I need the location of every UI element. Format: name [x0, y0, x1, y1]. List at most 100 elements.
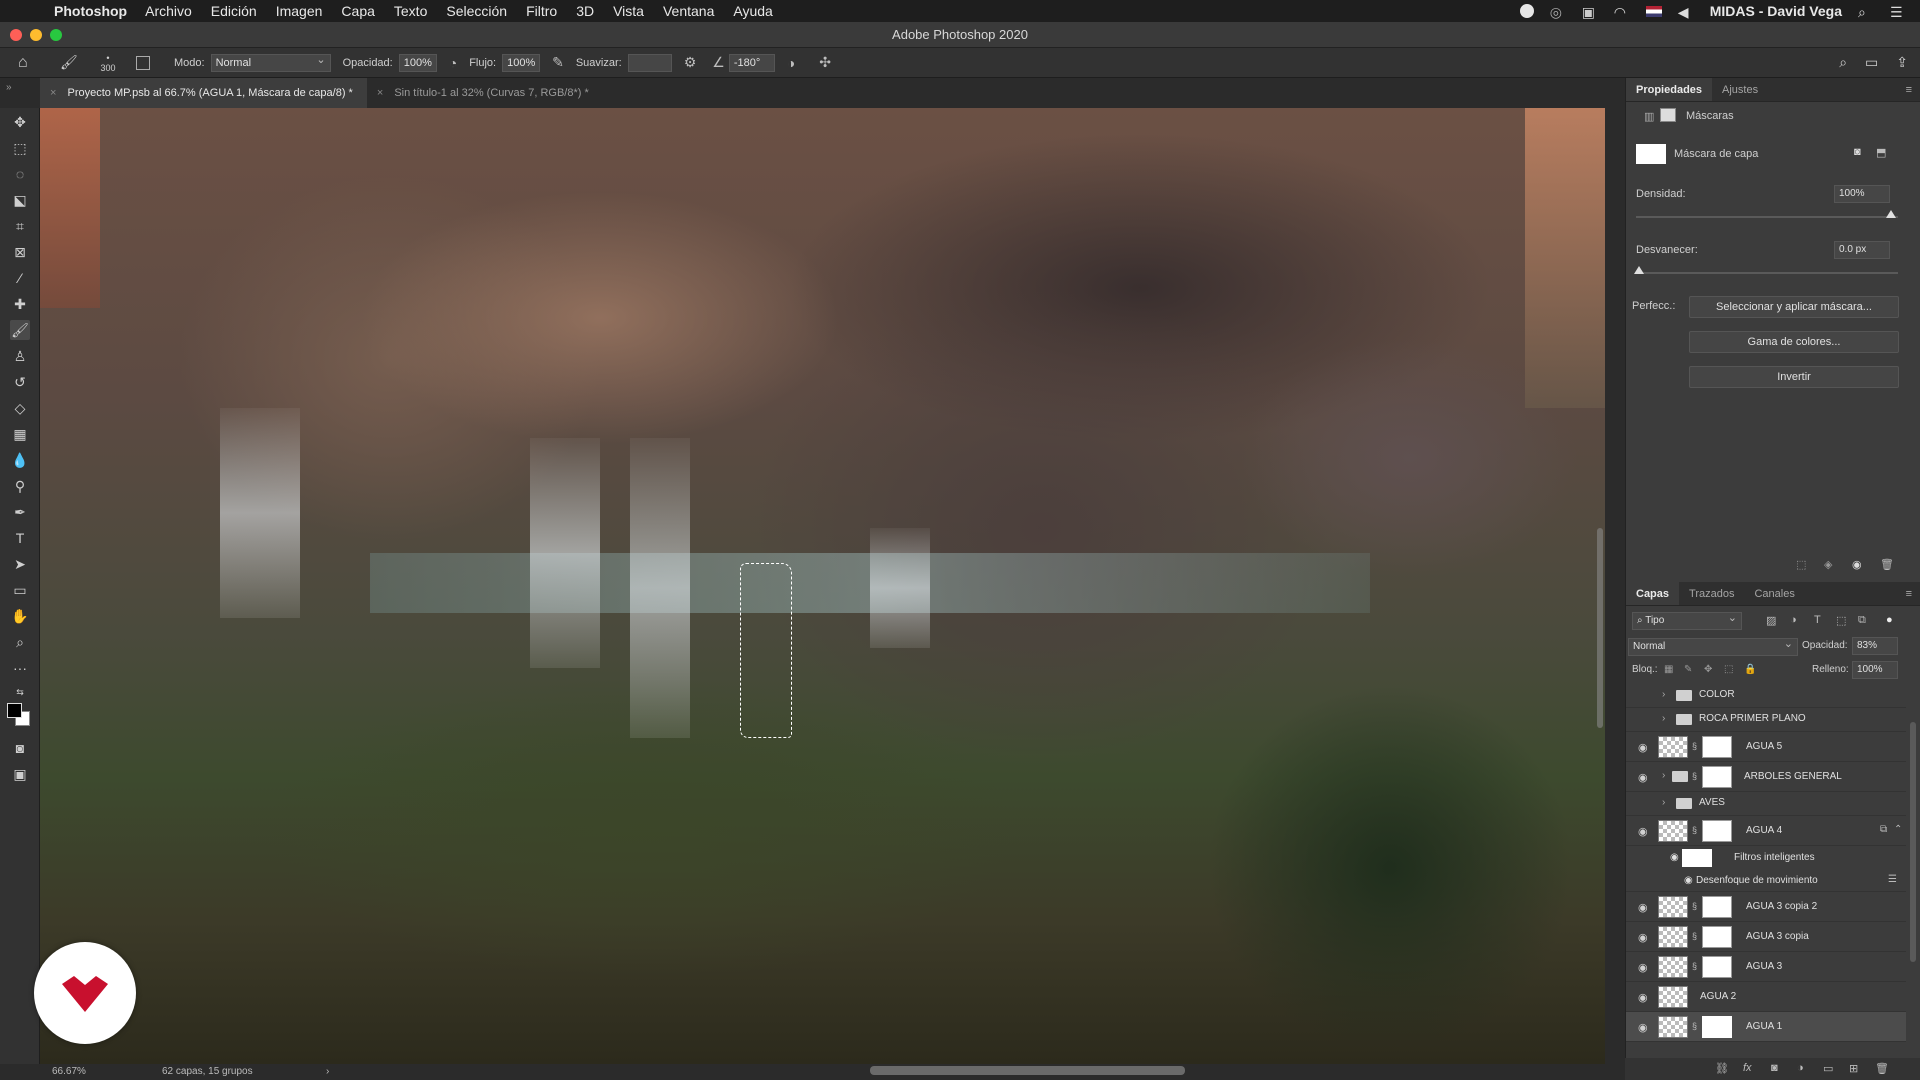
layer-thumbnail[interactable] [1658, 956, 1688, 978]
flow-input[interactable]: 100% [502, 53, 541, 72]
layer-opacity-input[interactable]: 83% [1852, 637, 1898, 655]
tab-ajustes[interactable]: Ajustes [1712, 78, 1768, 101]
tab-capas[interactable]: Capas [1626, 582, 1680, 605]
menu-edicion[interactable]: Edición [211, 3, 257, 19]
clone-stamp-tool-icon[interactable]: ♙ [10, 346, 30, 366]
close-tab-icon[interactable]: × [377, 87, 383, 99]
canvas-horizontal-scrollbar[interactable] [870, 1066, 1185, 1075]
frame-tool-icon[interactable]: ⊠ [10, 242, 30, 262]
visibility-eye-icon[interactable]: ◉ [1638, 931, 1648, 944]
brush-size[interactable]: • 300 [94, 53, 122, 73]
record-icon[interactable] [1519, 4, 1534, 18]
wifi-icon[interactable]: ◠ [1614, 4, 1630, 20]
menu-archivo[interactable]: Archivo [145, 3, 192, 19]
layer-row[interactable]: ◉ § AGUA 5 [1626, 732, 1906, 762]
gradient-tool-icon[interactable]: ▦ [10, 424, 30, 444]
zoom-tool-icon[interactable]: ⌕ [10, 632, 30, 652]
canvas-vertical-scrollbar[interactable] [1597, 528, 1603, 728]
layer-row-selected[interactable]: ◉ § AGUA 1 [1626, 1012, 1906, 1042]
workspace-icon[interactable]: ▭ [1865, 54, 1878, 71]
expand-group-icon[interactable]: › [1662, 689, 1665, 700]
dodge-tool-icon[interactable]: ⚲ [10, 476, 30, 496]
layer-thumbnail[interactable] [1658, 1016, 1688, 1038]
pixel-mask-icon[interactable]: ▥ [1644, 110, 1654, 123]
history-brush-tool-icon[interactable]: ↺ [10, 372, 30, 392]
visibility-eye-icon[interactable]: ◉ [1638, 741, 1648, 754]
symmetry-icon[interactable]: ✣ [819, 54, 831, 71]
select-and-mask-button[interactable]: Seleccionar y aplicar máscara... [1689, 296, 1899, 318]
mask-thumbnail[interactable] [1702, 896, 1732, 918]
layer-row[interactable]: › ROCA PRIMER PLANO [1626, 708, 1906, 732]
home-icon[interactable]: ⌂ [18, 54, 38, 71]
smooth-input[interactable] [627, 53, 672, 72]
lock-pixels-icon[interactable]: ✎ [1684, 664, 1692, 675]
control-center-icon[interactable]: ☰ [1890, 4, 1906, 20]
visibility-eye-icon[interactable]: ◉ [1638, 771, 1648, 784]
add-layer-style-icon[interactable]: fx [1743, 1062, 1752, 1074]
brush-preset-icon[interactable]: 🖌 [60, 54, 78, 71]
filter-adjustment-icon[interactable]: ◑ [1790, 614, 1797, 626]
visibility-eye-icon[interactable]: ◉ [1638, 825, 1648, 838]
mask-link-icon[interactable]: § [1692, 901, 1697, 911]
layer-row[interactable]: › AVES [1626, 792, 1906, 816]
menu-seleccion[interactable]: Selección [446, 3, 507, 19]
expand-group-icon[interactable]: › [1662, 770, 1665, 781]
smoothing-settings-gear-icon[interactable]: ⚙ [684, 54, 697, 71]
menu-filtro[interactable]: Filtro [526, 3, 557, 19]
new-adjustment-layer-icon[interactable]: ◑ [1797, 1062, 1804, 1074]
marquee-tool-icon[interactable]: ⬚ [10, 138, 30, 158]
color-range-button[interactable]: Gama de colores... [1689, 331, 1899, 353]
layer-row[interactable]: ◉ AGUA 2 [1626, 982, 1906, 1012]
visibility-eye-icon[interactable]: ◉ [1638, 901, 1648, 914]
mask-thumbnail[interactable] [1702, 766, 1732, 788]
us-flag-icon[interactable] [1645, 5, 1662, 17]
tab-sin-titulo[interactable]: × Sin título-1 al 32% (Curvas 7, RGB/8*)… [367, 78, 603, 108]
mask-link-icon[interactable]: § [1692, 825, 1697, 835]
layer-thumbnail[interactable] [1658, 926, 1688, 948]
smart-filter-mask-thumbnail[interactable] [1682, 849, 1712, 867]
visibility-eye-icon[interactable]: ◉ [1670, 852, 1679, 863]
filter-toggle-icon[interactable]: ● [1886, 614, 1893, 626]
add-mask-icon[interactable]: ◙ [1771, 1062, 1778, 1074]
fill-input[interactable]: 100% [1852, 661, 1898, 679]
mode-select[interactable]: Normal [210, 52, 331, 72]
mask-thumbnail[interactable] [1702, 820, 1732, 842]
status-chevron-icon[interactable]: › [326, 1064, 329, 1080]
display-icon[interactable]: ▣ [1582, 4, 1598, 20]
invert-button[interactable]: Invertir [1689, 366, 1899, 388]
more-tools-icon[interactable]: ··· [10, 658, 30, 678]
blur-tool-icon[interactable]: 💧 [10, 450, 30, 470]
tab-proyecto-mp[interactable]: × Proyecto MP.psb al 66.7% (AGUA 1, Másc… [40, 78, 367, 108]
load-selection-icon[interactable]: ⬚ [1796, 558, 1806, 571]
layer-row[interactable]: › COLOR [1626, 684, 1906, 708]
mask-link-icon[interactable]: § [1692, 771, 1697, 781]
path-selection-tool-icon[interactable]: ➤ [10, 554, 30, 574]
pressure-opacity-icon[interactable]: ◔ [449, 55, 457, 71]
feather-input[interactable]: 0.0 px [1834, 241, 1890, 259]
menu-ventana[interactable]: Ventana [663, 3, 714, 19]
layer-row[interactable]: ◉ § AGUA 3 copia 2 [1626, 892, 1906, 922]
menubar-user[interactable]: MIDAS - David Vega [1710, 3, 1842, 19]
layer-row[interactable]: ◉ › § ARBOLES GENERAL [1626, 762, 1906, 792]
document-canvas[interactable] [40, 108, 1605, 1064]
eyedropper-tool-icon[interactable]: ⁄ [10, 268, 30, 288]
new-layer-icon[interactable]: ⊞ [1849, 1062, 1858, 1075]
filter-blending-options-icon[interactable]: ☰ [1888, 874, 1897, 885]
panel-menu-icon[interactable]: ≡ [1906, 84, 1912, 96]
delete-layer-icon[interactable]: 🗑 [1875, 1062, 1889, 1075]
collapse-effects-icon[interactable]: ⌃ [1894, 824, 1902, 835]
layer-row[interactable]: ◉ § AGUA 3 copia [1626, 922, 1906, 952]
pressure-size-icon[interactable]: ◑ [787, 55, 795, 71]
menu-app-name[interactable]: Photoshop [54, 3, 127, 19]
layer-row[interactable]: ◉ § AGUA 3 [1626, 952, 1906, 982]
mask-thumbnail[interactable] [1702, 956, 1732, 978]
mask-link-icon[interactable]: § [1692, 1021, 1697, 1031]
angle-input[interactable]: -180° [728, 53, 775, 72]
tab-canales[interactable]: Canales [1744, 582, 1804, 605]
menu-3d[interactable]: 3D [576, 3, 594, 19]
menu-ayuda[interactable]: Ayuda [733, 3, 772, 19]
smart-filters-row[interactable]: ◉ Filtros inteligentes [1626, 846, 1906, 870]
feather-slider[interactable] [1636, 272, 1898, 274]
filter-smart-object-icon[interactable]: ⧉ [1858, 614, 1866, 627]
feather-slider-thumb[interactable] [1634, 266, 1644, 274]
